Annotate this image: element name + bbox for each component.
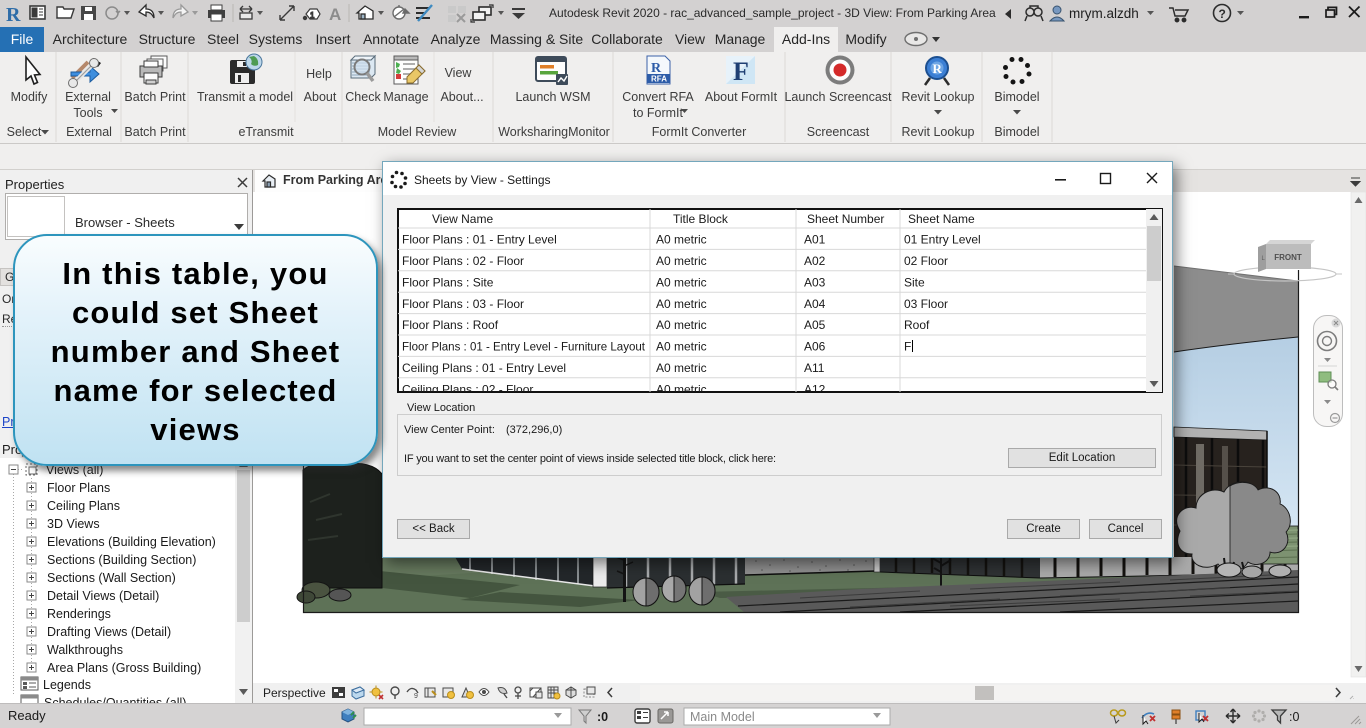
svg-text:Autodesk Revit 2020 - rac_adva: Autodesk Revit 2020 - rac_advanced_sampl… [549,6,996,20]
svg-text:to FormIt: to FormIt [633,106,684,120]
svg-text:Help: Help [306,67,332,81]
svg-text:A0 metric: A0 metric [656,340,707,354]
svg-text:02 Floor: 02 Floor [904,254,948,268]
svg-text:A02: A02 [804,254,826,268]
svg-text:Launch Screencast: Launch Screencast [784,90,892,104]
svg-text:Floor Plans : Roof: Floor Plans : Roof [402,318,499,332]
svg-text:About FormIt: About FormIt [705,90,778,104]
svg-text:Launch WSM: Launch WSM [515,90,590,104]
svg-text:01 Entry Level: 01 Entry Level [904,233,981,247]
svg-text:About...: About... [440,90,483,104]
svg-text:1: 1 [310,11,315,20]
svg-text:A12: A12 [804,382,826,392]
svg-text:Convert RFA: Convert RFA [622,90,694,104]
svg-text:?: ? [1219,7,1226,21]
svg-text:Revit Lookup: Revit Lookup [902,125,975,139]
svg-text:Tools: Tools [73,106,102,120]
svg-text:Ceiling Plans : 01 - Entry Lev: Ceiling Plans : 01 - Entry Level [402,361,566,375]
svg-text:Sheet Name: Sheet Name [908,212,975,226]
svg-text:A03: A03 [804,275,826,289]
svg-text:FRONT: FRONT [1274,253,1302,262]
svg-text:A06: A06 [804,340,826,354]
svg-text:WorksharingMonitor: WorksharingMonitor [498,125,610,139]
svg-text:Floor Plans : 01 - Entry Level: Floor Plans : 01 - Entry Level [402,233,557,247]
svg-text:A04: A04 [804,297,826,311]
svg-text:Sheet Number: Sheet Number [807,212,884,226]
svg-text:A0 metric: A0 metric [656,233,707,247]
svg-text:A: A [329,5,341,24]
svg-text:Floor Plans : 02 - Floor: Floor Plans : 02 - Floor [402,254,524,268]
svg-text:A0 metric: A0 metric [656,318,707,332]
svg-text:View: View [445,66,473,80]
svg-text:Bimodel: Bimodel [994,125,1039,139]
svg-text:A11: A11 [804,361,825,375]
svg-text:A0 metric: A0 metric [656,297,707,311]
svg-text:Floor Plans : 03 - Floor: Floor Plans : 03 - Floor [402,297,524,311]
svg-text::0: :0 [1289,710,1299,724]
svg-text:A0 metric: A0 metric [656,361,707,375]
svg-text:A05: A05 [804,318,826,332]
svg-text:Model Review: Model Review [378,125,457,139]
svg-text:Floor Plans : 01 - Entry Level: Floor Plans : 01 - Entry Level - Furnitu… [402,340,646,354]
svg-text:R: R [6,4,21,26]
svg-text:Select: Select [7,125,42,139]
svg-text:FormIt Converter: FormIt Converter [652,125,746,139]
svg-text:F: F [904,340,911,354]
svg-text:Perspective: Perspective [263,686,326,700]
svg-text:A0 metric: A0 metric [656,382,707,392]
svg-text:Roof: Roof [904,318,930,332]
svg-text:Check: Check [345,90,381,104]
svg-text:RFA: RFA [651,75,667,84]
svg-text:Ceiling Plans : 02 - Floor: Ceiling Plans : 02 - Floor [402,382,533,392]
svg-text:mrym.alzdh: mrym.alzdh [1069,6,1139,21]
svg-text:03 Floor: 03 Floor [904,297,948,311]
svg-text:Batch Print: Batch Print [124,125,186,139]
svg-text:About: About [304,90,337,104]
svg-text:F: F [733,57,749,86]
svg-text:A0 metric: A0 metric [656,254,707,268]
svg-text:Main Model: Main Model [690,710,755,724]
svg-text:External: External [66,125,112,139]
svg-text:9: 9 [414,693,418,700]
svg-text:View Name: View Name [432,212,493,226]
svg-text:Revit Lookup: Revit Lookup [902,90,975,104]
svg-text:R: R [933,61,943,76]
svg-text:External: External [65,90,111,104]
svg-text:Bimodel: Bimodel [994,90,1039,104]
svg-text:Manage: Manage [383,90,428,104]
svg-text:Site: Site [904,275,925,289]
svg-text:A0 metric: A0 metric [656,275,707,289]
svg-text:Title Block: Title Block [673,212,729,226]
svg-text:Transmit a model: Transmit a model [197,90,293,104]
svg-text:Modify: Modify [11,90,49,104]
svg-text:Floor Plans : Site: Floor Plans : Site [402,275,494,289]
svg-text:Screencast: Screencast [807,125,870,139]
svg-text:A01: A01 [804,233,826,247]
svg-text:eTransmit: eTransmit [238,125,294,139]
svg-text:Batch Print: Batch Print [124,90,186,104]
svg-text::0: :0 [597,710,608,724]
svg-text:Ready: Ready [8,708,46,723]
